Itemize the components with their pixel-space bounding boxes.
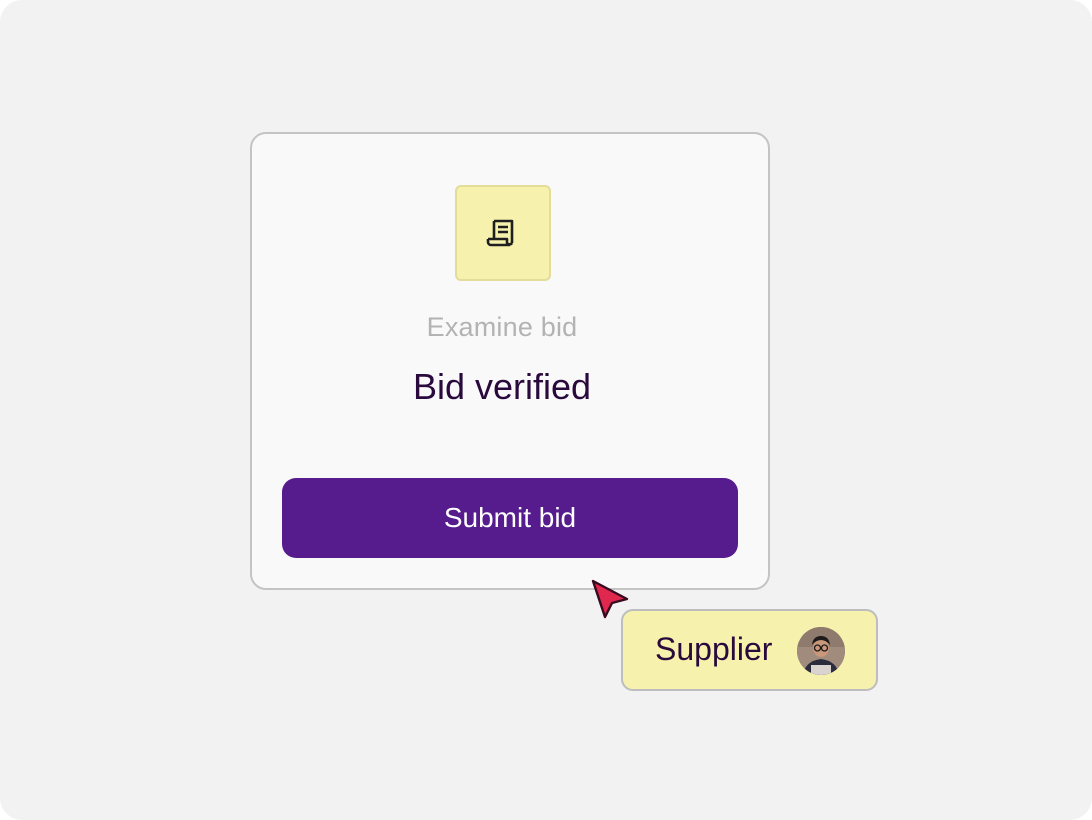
bid-card: Examine bid Bid verified Submit bid (250, 132, 770, 590)
canvas-background: Examine bid Bid verified Submit bid Supp… (0, 0, 1092, 820)
avatar (797, 627, 845, 675)
card-title: Bid verified (412, 366, 592, 407)
card-subtitle: Examine bid (426, 312, 578, 342)
supplier-tag: Supplier (621, 609, 878, 691)
submit-bid-button[interactable]: Submit bid (282, 478, 738, 558)
supplier-label: Supplier (655, 631, 773, 667)
receipt-document-icon (486, 219, 514, 247)
person-avatar-icon (797, 627, 845, 675)
document-icon-tile (455, 185, 551, 281)
